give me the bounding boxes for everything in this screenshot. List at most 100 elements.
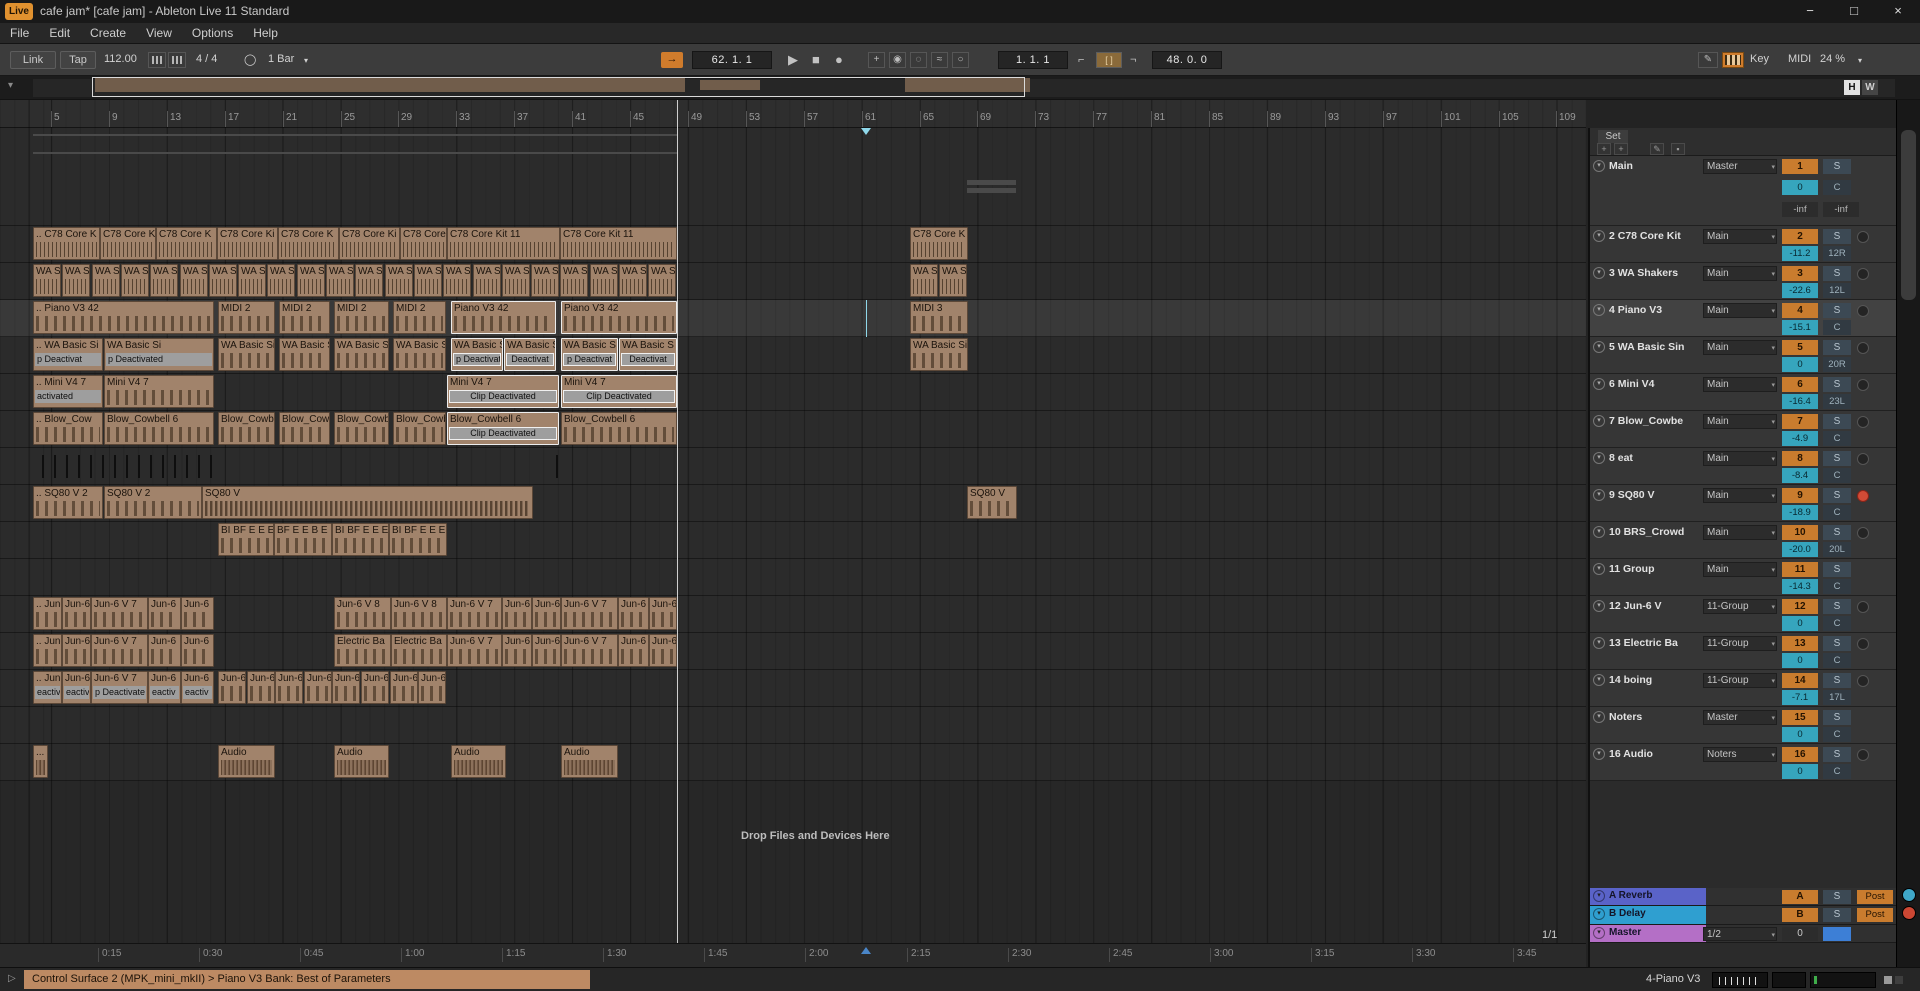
clip[interactable]: .. Piano V3 42 — [33, 301, 214, 334]
playhead-triangle-icon[interactable] — [861, 128, 871, 135]
fold-icon[interactable]: ▾ — [1593, 711, 1605, 723]
return-badge[interactable]: 0 — [1782, 927, 1818, 941]
track-number-badge[interactable]: 9 — [1782, 488, 1818, 503]
quantize-menu[interactable]: 1 Bar — [268, 53, 294, 65]
fold-icon[interactable]: ▾ — [1593, 489, 1605, 501]
clip[interactable]: MIDI 2 — [218, 301, 275, 334]
record-indicator-icon[interactable] — [1902, 906, 1916, 920]
clip[interactable]: C78 Core K — [278, 227, 339, 260]
midi-note-ticks[interactable] — [556, 455, 566, 478]
solo-button[interactable]: S — [1823, 525, 1851, 540]
add-marker-icon[interactable]: + — [1597, 143, 1611, 155]
clip[interactable]: Jun-6 — [618, 634, 649, 667]
solo-button[interactable]: S — [1823, 303, 1851, 318]
pencil-icon[interactable]: ✎ — [1650, 143, 1664, 155]
track-lane-11-group[interactable] — [0, 559, 1586, 596]
clip[interactable]: Jun-6 — [649, 634, 677, 667]
fold-icon[interactable]: ▾ — [1593, 927, 1605, 939]
computer-midi-keyboard-button[interactable] — [1722, 52, 1744, 68]
clip[interactable]: Jun-6 — [390, 671, 418, 704]
return-track-a-reverb[interactable]: ▾ A Reverb A S Post — [1590, 888, 1898, 906]
clip[interactable]: BI BF E E E E — [332, 523, 389, 556]
fold-icon[interactable]: ▾ — [1593, 563, 1605, 575]
solo-button[interactable]: S — [1823, 890, 1851, 904]
fold-icon[interactable]: ▾ — [1593, 341, 1605, 353]
pan-field[interactable]: C — [1823, 579, 1851, 594]
session-record-button[interactable]: ○ — [952, 52, 969, 68]
track-number-badge[interactable]: 10 — [1782, 525, 1818, 540]
solo-button[interactable]: S — [1823, 562, 1851, 577]
clip[interactable]: C78 Core Kit 11 — [560, 227, 677, 260]
chevron-down-icon[interactable]: ▾ — [1858, 56, 1862, 65]
clip[interactable]: WA S — [385, 264, 413, 297]
mixer-track-8-eat[interactable]: ▾ 8 eat Main ▾ 8 S -8.4 C — [1590, 448, 1898, 485]
pan-field[interactable]: C — [1823, 727, 1851, 742]
clip[interactable]: Jun-6 — [181, 634, 214, 667]
clip[interactable]: WA S — [619, 264, 647, 297]
volume-field[interactable]: -8.4 — [1782, 468, 1818, 483]
maximize-button[interactable]: □ — [1832, 0, 1876, 23]
track-lane-8-eat[interactable] — [0, 448, 1586, 485]
clip[interactable]: WA S — [92, 264, 120, 297]
clip[interactable]: Mini V4 7 — [104, 375, 214, 408]
automation-arm-button[interactable]: ◉ — [889, 52, 906, 68]
track-lane-main[interactable] — [0, 128, 1586, 226]
solo-button[interactable]: S — [1823, 747, 1851, 762]
solo-button[interactable]: S — [1823, 673, 1851, 688]
clip[interactable]: Jun-6 V 8 — [391, 597, 447, 630]
menu-options[interactable]: Options — [182, 23, 243, 44]
solo-button[interactable]: S — [1823, 340, 1851, 355]
clip[interactable]: Piano V3 42 — [451, 301, 556, 334]
clip[interactable]: .. Blow_Cow — [33, 412, 103, 445]
pan-field[interactable]: C — [1823, 431, 1851, 446]
clip[interactable]: BF E E B E E — [274, 523, 332, 556]
clip[interactable]: Jun-6 — [332, 671, 360, 704]
clip[interactable]: C78 Core Kit 11 — [447, 227, 560, 260]
solo-button[interactable]: S — [1823, 159, 1851, 174]
fold-icon[interactable]: ▾ — [1593, 890, 1605, 902]
record-button[interactable]: ● — [835, 52, 843, 68]
clip[interactable]: Blow_Cowb — [279, 412, 330, 445]
post-toggle[interactable]: Post — [1857, 890, 1893, 904]
track-lane-5-wa-basic-sin[interactable]: .. WA Basic Si p Deactivat WA Basic Si p De… — [0, 337, 1586, 374]
track-lane-2-c78-core-kit[interactable]: .. C78 Core K C78 Core Ki C78 Core K C78 Co… — [0, 226, 1586, 263]
output-routing-menu[interactable]: 11-Group ▾ — [1703, 599, 1777, 614]
mixer-track-13-electric-ba[interactable]: ▾ 13 Electric Ba 11-Group ▾ 13 S 0 C — [1590, 633, 1898, 670]
track-number-badge[interactable]: 12 — [1782, 599, 1818, 614]
clip[interactable]: Electric Ba — [334, 634, 391, 667]
mixer-track-5-wa-basic-sin[interactable]: ▾ 5 WA Basic Sin Main ▾ 5 S 0 20R — [1590, 337, 1898, 374]
midi-note-ticks[interactable] — [42, 455, 217, 478]
mixer-track-16-audio[interactable]: ▾ 16 Audio Noters ▾ 16 S 0 C — [1590, 744, 1898, 781]
clip[interactable]: WA Basic Si — [334, 338, 389, 371]
track-number-badge[interactable]: 11 — [1782, 562, 1818, 577]
pan-field[interactable]: 17L — [1823, 690, 1851, 705]
clip[interactable]: WA Basic Si — [393, 338, 446, 371]
clip[interactable]: Electric Ba — [391, 634, 447, 667]
clip[interactable]: Piano V3 42 — [561, 301, 677, 334]
output-routing-menu[interactable]: 11-Group ▾ — [1703, 673, 1777, 688]
clip[interactable]: Jun-6 V 7 — [91, 634, 148, 667]
output-routing-menu[interactable]: Main ▾ — [1703, 525, 1777, 540]
close-button[interactable]: × — [1876, 0, 1920, 23]
solo-button[interactable]: S — [1823, 710, 1851, 725]
mixer-track-6-mini-v4[interactable]: ▾ 6 Mini V4 Main ▾ 6 S -16.4 23L — [1590, 374, 1898, 411]
fold-icon[interactable]: ▾ — [1593, 908, 1605, 920]
solo-button[interactable]: S — [1823, 414, 1851, 429]
clip[interactable]: MIDI 2 — [279, 301, 330, 334]
clip[interactable]: Jun-6 — [304, 671, 332, 704]
clip[interactable]: .. Jun-6 — [33, 597, 62, 630]
clip[interactable]: WA S — [648, 264, 676, 297]
clip[interactable]: C78 Core K — [156, 227, 217, 260]
volume-field[interactable]: -16.4 — [1782, 394, 1818, 409]
pan-field[interactable]: C — [1823, 764, 1851, 779]
volume-field[interactable]: -4.9 — [1782, 431, 1818, 446]
return-badge[interactable]: B — [1782, 908, 1818, 922]
mixer-track-2-c78-core-kit[interactable]: ▾ 2 C78 Core Kit Main ▾ 2 S -11.2 12R — [1590, 226, 1898, 263]
clip[interactable]: Jun-6 — [62, 597, 91, 630]
capture-midi-button[interactable]: ≈ — [931, 52, 948, 68]
fold-icon[interactable]: ▾ — [1593, 674, 1605, 686]
track-number-badge[interactable]: 4 — [1782, 303, 1818, 318]
clip[interactable]: MIDI 2 — [393, 301, 446, 334]
clip[interactable]: Jun-6 — [502, 597, 532, 630]
lock-icon[interactable]: ▪ — [1671, 143, 1685, 155]
